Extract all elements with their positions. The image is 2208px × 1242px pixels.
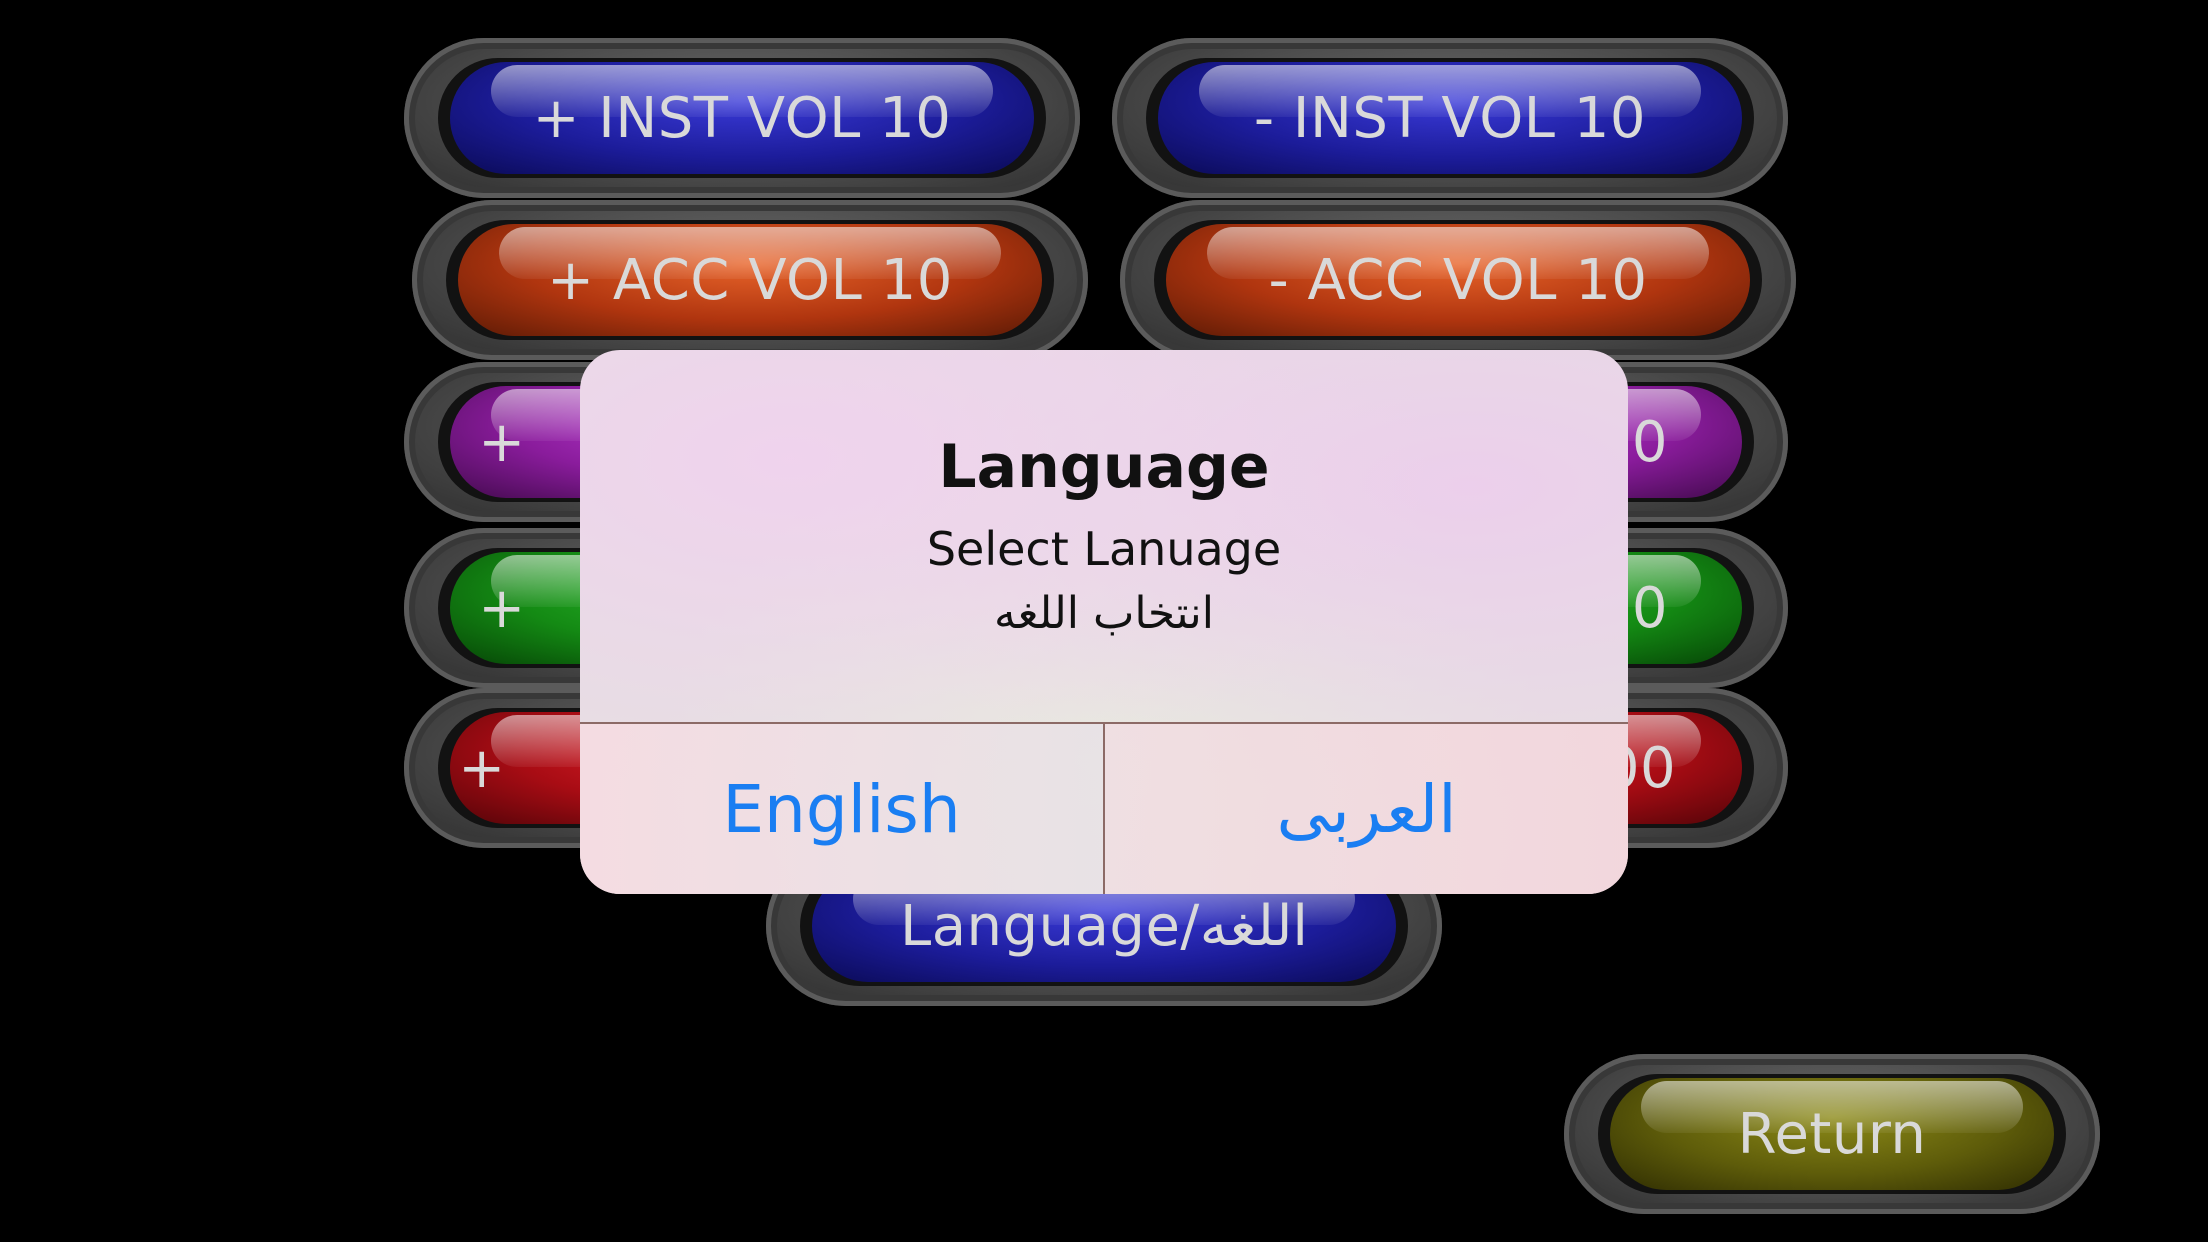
- arabic-option-label: العربى: [1276, 770, 1457, 848]
- inst-vol-up-label: + INST VOL 10: [532, 85, 952, 151]
- acc-vol-up-frame: + ACC VOL 10: [412, 200, 1088, 360]
- inst-vol-down-frame: - INST VOL 10: [1112, 38, 1788, 198]
- language-alert-dialog: Language Select Lanuage انتخاب اللغه Eng…: [580, 350, 1628, 894]
- purple-right-label: 0: [1631, 409, 1669, 475]
- acc-vol-up-label: + ACC VOL 10: [547, 247, 953, 313]
- inst-vol-up-button[interactable]: + INST VOL 10: [450, 62, 1034, 174]
- green-right-label: 0: [1631, 575, 1669, 641]
- acc-vol-down-button[interactable]: - ACC VOL 10: [1166, 224, 1750, 336]
- alert-title: Language: [938, 432, 1270, 502]
- inst-vol-down-label: - INST VOL 10: [1253, 85, 1647, 151]
- inst-vol-down-button[interactable]: - INST VOL 10: [1158, 62, 1742, 174]
- english-option-label: English: [722, 770, 961, 848]
- acc-vol-down-label: - ACC VOL 10: [1268, 247, 1648, 313]
- inst-vol-up-frame: + INST VOL 10: [404, 38, 1080, 198]
- english-option-button[interactable]: English: [580, 724, 1103, 894]
- acc-vol-down-frame: - ACC VOL 10: [1120, 200, 1796, 360]
- acc-vol-up-button[interactable]: + ACC VOL 10: [458, 224, 1042, 336]
- settings-screen: + INST VOL 10 - INST VOL 10 + ACC VOL 10…: [0, 0, 2208, 1242]
- language-button-label: Language/اللغه: [900, 893, 1308, 959]
- alert-content: Language Select Lanuage انتخاب اللغه: [580, 350, 1628, 722]
- return-button[interactable]: Return: [1610, 1078, 2054, 1190]
- alert-message-arabic: انتخاب اللغه: [994, 588, 1214, 639]
- green-left-label: +: [478, 575, 526, 641]
- return-button-label: Return: [1737, 1101, 1927, 1167]
- alert-message-english: Select Lanuage: [926, 522, 1282, 576]
- return-frame: Return: [1564, 1054, 2100, 1214]
- purple-left-label: +: [478, 409, 526, 475]
- arabic-option-button[interactable]: العربى: [1105, 724, 1628, 894]
- red-left-label: +: [458, 735, 506, 801]
